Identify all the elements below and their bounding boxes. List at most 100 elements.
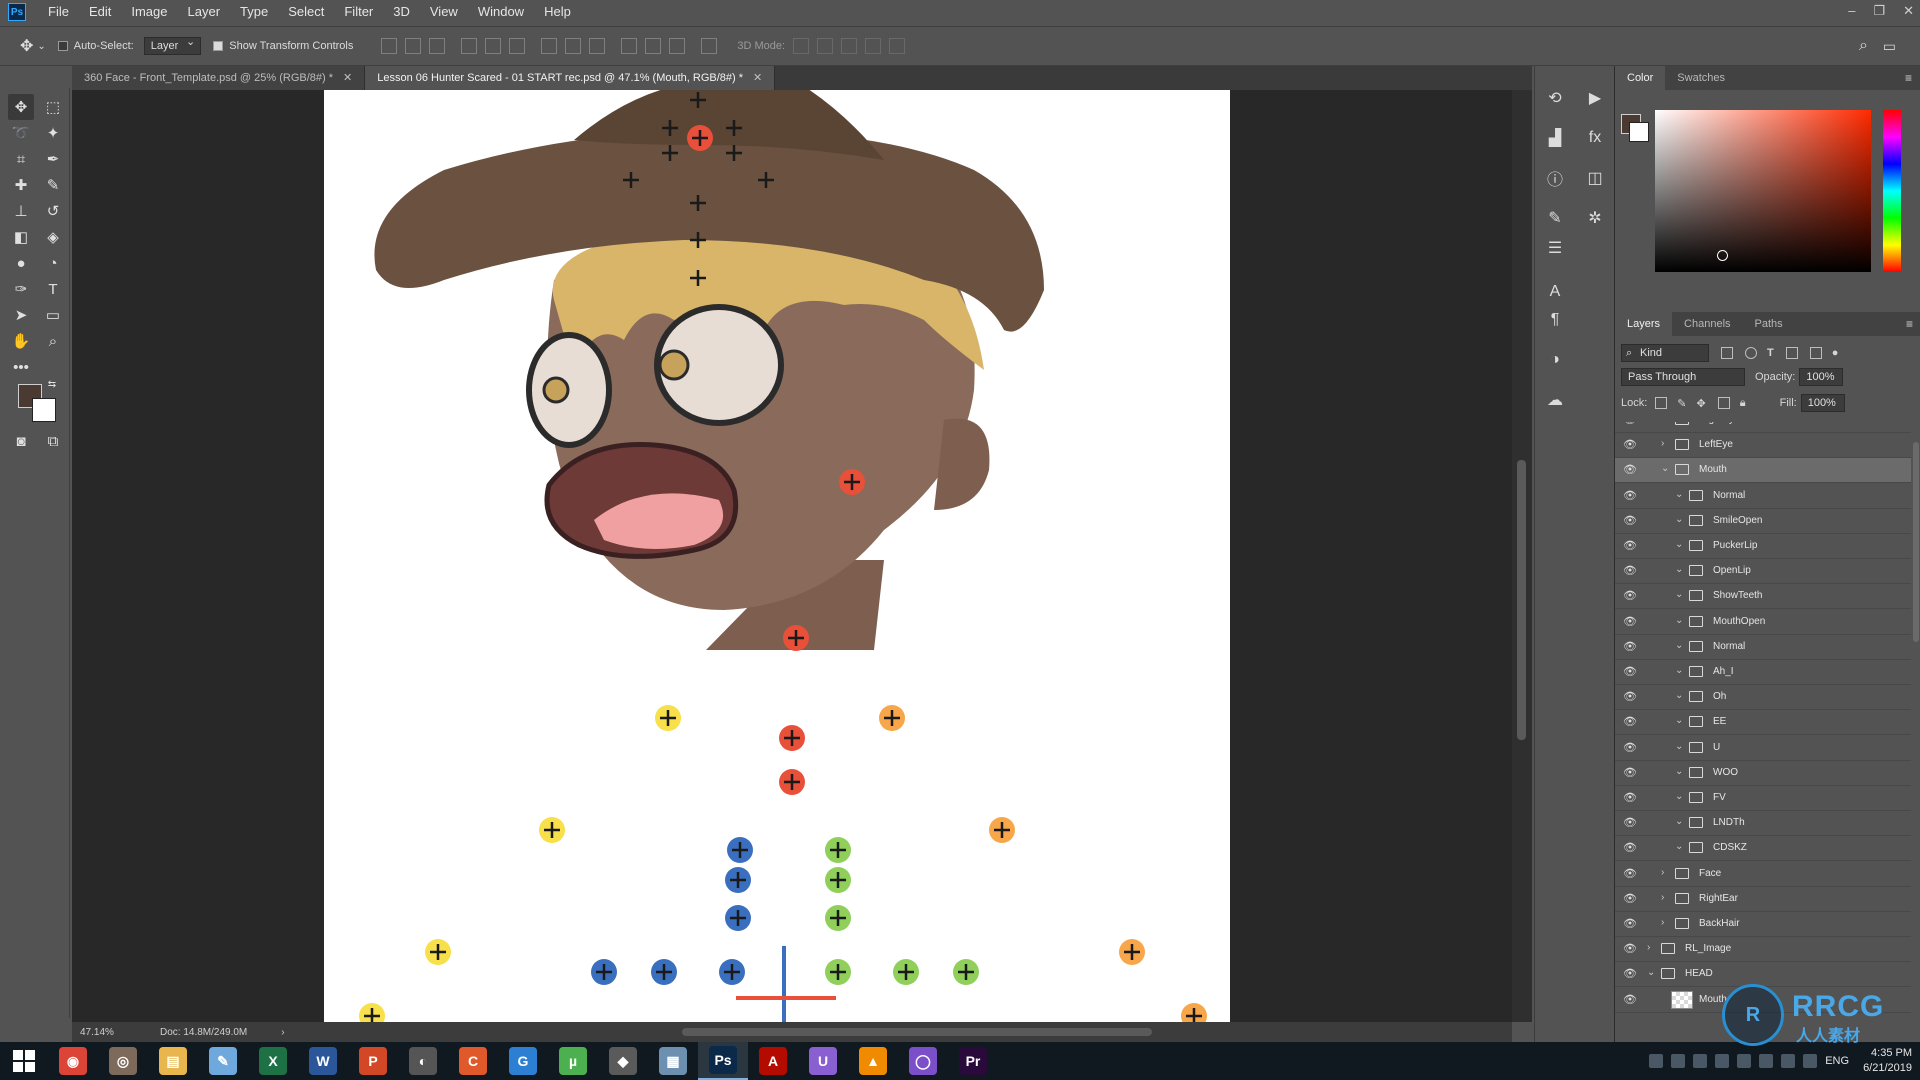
chevron-right-icon[interactable]: › bbox=[1661, 422, 1664, 424]
character-icon[interactable]: A bbox=[1543, 280, 1567, 304]
layer-row[interactable]: 👁︎ ⌄ SmileOpen bbox=[1615, 509, 1911, 534]
align-bottom-icon[interactable] bbox=[429, 38, 446, 54]
status-arrow-icon[interactable]: › bbox=[281, 1027, 284, 1038]
chevron-down-icon[interactable]: ⌄ bbox=[1647, 967, 1655, 978]
actions-play-icon[interactable]: ▶ bbox=[1583, 86, 1607, 110]
photoshop-logo[interactable]: Ps bbox=[8, 3, 26, 21]
visibility-eye-icon[interactable]: 👁︎ bbox=[1623, 691, 1637, 703]
keyboard-icon[interactable] bbox=[1649, 1054, 1664, 1068]
adjust-sliders-icon[interactable]: ☰ bbox=[1543, 236, 1567, 260]
layer-row[interactable]: 👁︎ ⌄ Mouth bbox=[1615, 458, 1911, 484]
filter-shape-icon[interactable] bbox=[1785, 347, 1798, 359]
menu-file[interactable]: File bbox=[38, 0, 79, 24]
visibility-eye-icon[interactable]: 👁︎ bbox=[1623, 565, 1637, 577]
tray-app-icon[interactable] bbox=[1715, 1054, 1730, 1068]
healing-brush-tool-icon[interactable]: ✚ bbox=[8, 172, 34, 198]
taskbar-app-explorer[interactable]: ▤ bbox=[148, 1042, 198, 1080]
layer-row[interactable]: 👁︎ ⌄ OpenLip bbox=[1615, 559, 1911, 585]
chevron-down-icon[interactable]: ⌄ bbox=[1675, 640, 1683, 651]
layer-row[interactable]: 👁︎ › Face bbox=[1615, 862, 1911, 887]
taskbar-app-photoshop[interactable]: Ps bbox=[698, 1042, 748, 1080]
visibility-eye-icon[interactable]: 👁︎ bbox=[1623, 515, 1637, 527]
chevron-down-icon[interactable]: ⌄ bbox=[1675, 514, 1683, 525]
align-top-icon[interactable] bbox=[381, 38, 398, 54]
layer-row[interactable]: 👁︎ › BackHair bbox=[1615, 912, 1911, 937]
visibility-eye-icon[interactable]: 👁︎ bbox=[1623, 439, 1637, 451]
visibility-eye-icon[interactable]: 👁︎ bbox=[1623, 666, 1637, 678]
panel-menu-icon[interactable]: ≡ bbox=[1906, 317, 1913, 331]
chevron-right-icon[interactable]: › bbox=[1661, 438, 1664, 449]
visibility-eye-icon[interactable]: 👁︎ bbox=[1623, 490, 1637, 502]
taskbar-app-chrome[interactable]: ◉ bbox=[48, 1042, 98, 1080]
visibility-eye-icon[interactable]: 👁︎ bbox=[1623, 742, 1637, 754]
layer-row[interactable]: 👁︎ ⌄ CDSKZ bbox=[1615, 836, 1911, 862]
workspace-icon[interactable]: ▭ bbox=[1883, 38, 1896, 55]
menu-3d[interactable]: 3D bbox=[383, 0, 420, 24]
more-tools-icon[interactable]: ••• bbox=[8, 354, 34, 380]
menu-layer[interactable]: Layer bbox=[178, 0, 231, 24]
move-tool-icon[interactable]: ✥ bbox=[20, 36, 33, 56]
blur-tool-icon[interactable]: ● bbox=[8, 250, 34, 276]
visibility-eye-icon[interactable]: 👁︎ bbox=[1623, 716, 1637, 728]
auto-select-checkbox[interactable] bbox=[57, 41, 68, 51]
panel-menu-icon[interactable]: ≡ bbox=[1905, 71, 1912, 85]
layers-scrollbar[interactable] bbox=[1913, 442, 1919, 642]
chevron-right-icon[interactable]: › bbox=[1661, 892, 1664, 903]
lock-brush-icon[interactable]: ✎ bbox=[1677, 397, 1686, 410]
document-tab-template[interactable]: 360 Face - Front_Template.psd @ 25% (RGB… bbox=[72, 66, 366, 90]
align-vcenter-icon[interactable] bbox=[405, 38, 422, 54]
distribute-top-icon[interactable] bbox=[541, 38, 558, 54]
visibility-eye-icon[interactable]: 👁︎ bbox=[1623, 422, 1637, 426]
canvas-vertical-scrollbar[interactable] bbox=[1512, 90, 1532, 1022]
layer-row[interactable]: 👁︎ ⌄ Normal bbox=[1615, 635, 1911, 660]
chevron-down-icon[interactable]: ⌄ bbox=[1675, 690, 1683, 701]
taskbar-app-premiere[interactable]: Pr bbox=[948, 1042, 998, 1080]
visibility-eye-icon[interactable]: 👁︎ bbox=[1623, 842, 1637, 854]
3d-pan-icon[interactable] bbox=[841, 38, 858, 54]
menu-edit[interactable]: Edit bbox=[79, 0, 121, 24]
info-icon[interactable]: ⓘ bbox=[1543, 166, 1567, 190]
distribute-right-icon[interactable] bbox=[669, 38, 686, 54]
history-panel-icon[interactable]: ⟲ bbox=[1543, 86, 1567, 110]
align-right-icon[interactable] bbox=[509, 38, 526, 54]
chevron-down-icon[interactable]: ⌄ bbox=[1675, 489, 1683, 500]
chevron-down-icon[interactable]: ⌄ bbox=[1675, 564, 1683, 575]
artboard[interactable] bbox=[324, 90, 1230, 1022]
menu-select[interactable]: Select bbox=[278, 0, 334, 24]
pen-tool-icon[interactable]: ✑ bbox=[8, 276, 34, 302]
taskbar-app-notes[interactable]: ✎ bbox=[198, 1042, 248, 1080]
chevron-right-icon[interactable]: › bbox=[1647, 942, 1650, 953]
type-tool-icon[interactable]: T bbox=[40, 276, 66, 302]
align-left-icon[interactable] bbox=[461, 38, 478, 54]
tray-app-icon[interactable] bbox=[1737, 1054, 1752, 1068]
chevron-down-icon[interactable]: ⌄ bbox=[1675, 665, 1683, 676]
layer-row[interactable]: 👁︎ ⌄ EE bbox=[1615, 710, 1911, 736]
taskbar-app-media[interactable]: ◐ bbox=[398, 1042, 448, 1080]
lock-position-icon[interactable]: ✥ bbox=[1697, 397, 1706, 410]
chevron-down-icon[interactable]: ⌄ bbox=[1675, 816, 1683, 827]
visibility-eye-icon[interactable]: 👁︎ bbox=[1623, 590, 1637, 602]
path-selection-tool-icon[interactable]: ➤ bbox=[8, 302, 34, 328]
histogram-icon[interactable]: ▟ bbox=[1543, 126, 1567, 150]
layer-row[interactable]: 👁︎ ⌄ LNDTh bbox=[1615, 811, 1911, 837]
fill-field[interactable]: 100% bbox=[1800, 394, 1845, 412]
distribute-hcenter-icon[interactable] bbox=[645, 38, 662, 54]
distribute-bottom-icon[interactable] bbox=[589, 38, 606, 54]
layer-row[interactable]: 👁︎ ⌄ U bbox=[1615, 736, 1911, 761]
layer-row[interactable]: 👁︎ ⌄ Oh bbox=[1615, 685, 1911, 711]
visibility-eye-icon[interactable]: 👁︎ bbox=[1623, 994, 1637, 1006]
layer-row[interactable]: 👁︎ ⌄ WOO bbox=[1615, 761, 1911, 786]
hue-slider[interactable] bbox=[1883, 110, 1901, 272]
3d-orbit-icon[interactable] bbox=[793, 38, 810, 54]
close-button[interactable]: ✕ bbox=[1903, 0, 1914, 22]
lasso-tool-icon[interactable]: ➰ bbox=[8, 120, 34, 146]
layer-row[interactable]: 👁︎ ⌄ Normal bbox=[1615, 484, 1911, 509]
visibility-eye-icon[interactable]: 👁︎ bbox=[1623, 464, 1637, 476]
crop-tool-icon[interactable]: ⌗ bbox=[8, 146, 34, 172]
tab-layers[interactable]: Layers bbox=[1615, 312, 1673, 336]
filter-smart-object-icon[interactable] bbox=[1809, 347, 1822, 359]
visibility-eye-icon[interactable]: 👁︎ bbox=[1623, 641, 1637, 653]
taskbar-app-obs[interactable]: ◯ bbox=[898, 1042, 948, 1080]
3d-scale-icon[interactable] bbox=[889, 38, 906, 54]
swap-colors-icon[interactable]: ⇆ bbox=[46, 378, 58, 390]
